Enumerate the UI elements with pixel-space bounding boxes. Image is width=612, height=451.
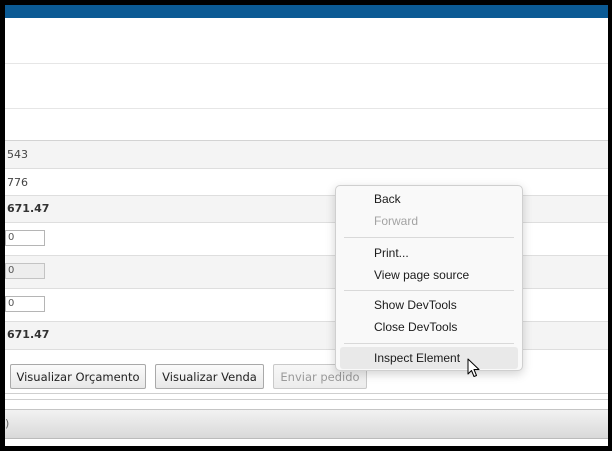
visualizar-orcamento-button[interactable]: Visualizar Orçamento xyxy=(10,364,146,389)
browser-viewport: 543 776 671.47 0 0 0 671.47 Visualizar O… xyxy=(5,5,608,446)
total-value: 671.47 xyxy=(7,202,50,215)
table-row: 543 xyxy=(5,141,608,169)
visualizar-venda-button[interactable]: Visualizar Venda xyxy=(155,364,264,389)
menu-item-show-devtools[interactable]: Show DevTools xyxy=(340,294,518,316)
cell-value: 543 xyxy=(7,148,28,161)
menu-item-close-devtools[interactable]: Close DevTools xyxy=(340,316,518,338)
divider xyxy=(5,63,608,64)
discount-input[interactable]: 0 xyxy=(5,230,45,246)
menu-separator xyxy=(344,290,514,291)
menu-item-print[interactable]: Print... xyxy=(340,242,518,264)
footer-bar: ) xyxy=(5,409,608,439)
menu-separator xyxy=(344,343,514,344)
readonly-input: 0 xyxy=(5,263,45,279)
context-menu: Back Forward Print... View page source S… xyxy=(335,185,523,371)
divider xyxy=(5,399,608,400)
menu-item-inspect-element[interactable]: Inspect Element xyxy=(340,347,518,369)
divider xyxy=(5,393,608,394)
menu-item-view-source[interactable]: View page source xyxy=(340,264,518,286)
menu-separator xyxy=(344,237,514,238)
mouse-pointer-icon xyxy=(467,358,480,377)
divider xyxy=(5,108,608,109)
cell-value: 776 xyxy=(7,176,28,189)
footer-text: ) xyxy=(5,417,10,430)
grand-total-value: 671.47 xyxy=(7,328,50,341)
shipping-input[interactable]: 0 xyxy=(5,296,45,312)
menu-item-forward: Forward xyxy=(374,214,419,228)
header-bar xyxy=(5,5,608,18)
menu-item-back[interactable]: Back xyxy=(340,188,518,210)
